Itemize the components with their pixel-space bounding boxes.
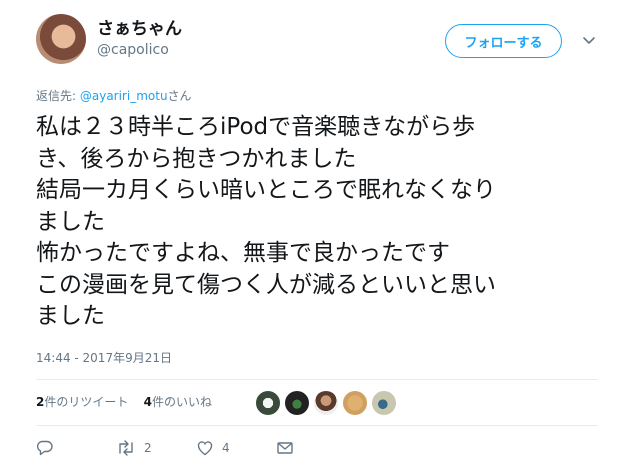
tweet-text: 私は２３時半ころiPodで音楽聴きながら歩 き、後ろから抱きつかれました 結局一…	[36, 112, 596, 333]
reply-action[interactable]	[36, 439, 116, 457]
tweet-line: ました	[36, 208, 105, 235]
like-action[interactable]: 4	[196, 439, 276, 457]
tweet-timestamp[interactable]: 14:44 - 2017年9月21日	[36, 349, 172, 366]
reply-to-suffix: さん	[167, 89, 192, 103]
liker-avatar[interactable]	[284, 390, 310, 416]
follow-button[interactable]: フォローする	[445, 24, 562, 58]
divider	[36, 425, 598, 426]
like-stat-label: 件のいいね	[152, 395, 213, 409]
reply-to-prefix: 返信先:	[36, 89, 80, 103]
reply-icon	[36, 440, 53, 456]
retweet-icon	[119, 440, 133, 456]
liker-avatar[interactable]	[255, 390, 281, 416]
tweet-actions: 2 4	[36, 438, 294, 458]
like-stat-count: 4	[143, 395, 152, 409]
display-name[interactable]: さぁちゃん	[97, 14, 182, 39]
dm-action[interactable]	[276, 439, 294, 457]
user-avatar[interactable]	[36, 14, 86, 64]
reply-to-line: 返信先: @ayariri_motuさん	[36, 87, 192, 104]
tweet-line: 私は２３時半ころiPodで音楽聴きながら歩	[36, 114, 476, 140]
retweet-stat[interactable]: 2件のリツイート	[36, 395, 128, 409]
liker-avatar[interactable]	[313, 390, 339, 416]
user-handle[interactable]: @capolico	[97, 42, 169, 58]
chevron-down-icon[interactable]	[581, 32, 597, 48]
retweet-stat-label: 件のリツイート	[44, 395, 129, 409]
retweet-action[interactable]: 2	[116, 439, 196, 457]
reply-to-mention[interactable]: @ayariri_motu	[80, 89, 168, 103]
like-stat[interactable]: 4件のいいね	[144, 395, 212, 409]
heart-icon	[197, 441, 213, 456]
divider	[36, 379, 598, 380]
retweet-count: 2	[144, 441, 152, 455]
liker-avatar[interactable]	[371, 390, 397, 416]
like-count: 4	[222, 441, 230, 455]
tweet-stats: 2件のリツイート 4件のいいね	[36, 393, 212, 410]
tweet-line: この漫画を見て傷つく人が減るといいと思い	[36, 271, 496, 298]
liker-avatar[interactable]	[342, 390, 368, 416]
tweet-line: き、後ろから抱きつかれました	[36, 145, 357, 172]
tweet-line: 結局一カ月くらい暗いところで眠れなくなり	[36, 177, 496, 203]
envelope-icon	[277, 442, 293, 454]
tweet-line: ました	[36, 303, 105, 329]
liker-avatars	[255, 390, 397, 416]
tweet-line: 怖かったですよね、無事で良かったです	[36, 240, 450, 266]
